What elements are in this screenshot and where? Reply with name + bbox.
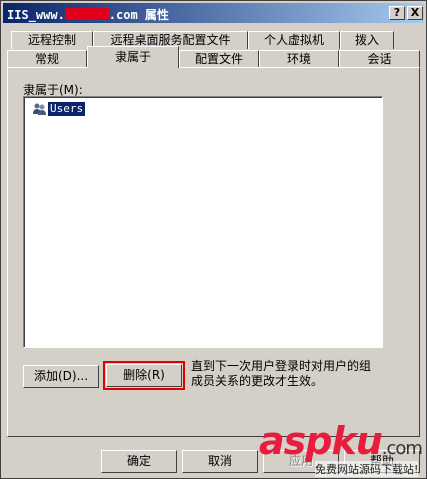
highlight-box: [103, 361, 185, 390]
tab-profile[interactable]: 配置文件: [179, 50, 259, 68]
tab-dial-in[interactable]: 拨入: [340, 31, 394, 49]
tab-label: 配置文件: [194, 52, 243, 66]
redaction-mark: [64, 8, 109, 20]
tab-label: 远程控制: [27, 33, 76, 47]
tab-label: 会话: [367, 52, 392, 66]
help-icon: ?: [393, 6, 401, 19]
title-bar[interactable]: IIS_www. .com 属性 ? X: [3, 3, 424, 23]
tab-personal-vm[interactable]: 个人虚拟机: [248, 31, 340, 49]
button-label: 取消: [207, 454, 232, 468]
watermark-tagline: 免费网站源码下载站!: [315, 461, 419, 477]
tab-label: 隶属于: [114, 50, 151, 64]
tab-member-of[interactable]: 隶属于: [87, 46, 179, 68]
close-title-button[interactable]: X: [407, 6, 423, 20]
tab-label: 个人虚拟机: [263, 33, 324, 47]
tab-label: 常规: [34, 52, 59, 66]
change-note: 直到下一次用户登录时对用户的组成员关系的更改才生效。: [191, 359, 372, 388]
group-icon: [33, 103, 46, 115]
tab-label: 远程桌面服务配置文件: [110, 33, 231, 47]
title-prefix: IIS_www.: [7, 8, 65, 22]
tab-label: 环境: [286, 52, 311, 66]
watermark-domain: .com: [381, 438, 423, 459]
member-of-listbox[interactable]: Users: [23, 96, 383, 348]
add-button[interactable]: 添加(D)...: [23, 365, 99, 388]
watermark-brand: aspku: [259, 419, 383, 463]
button-label: 添加(D)...: [33, 369, 89, 383]
help-title-button[interactable]: ?: [389, 6, 405, 20]
list-item[interactable]: Users: [32, 101, 86, 117]
ok-button[interactable]: 确定: [101, 450, 177, 473]
tab-general[interactable]: 常规: [7, 50, 87, 68]
tab-label: 拨入: [354, 33, 379, 47]
button-label: 确定: [126, 454, 151, 468]
listbox-frame: [24, 97, 382, 347]
tab-sessions[interactable]: 会话: [339, 50, 420, 68]
watermark: aspku.com 免费网站源码下载站!: [259, 419, 423, 477]
close-icon: X: [410, 6, 420, 19]
list-item-label: Users: [48, 102, 86, 116]
tab-environment[interactable]: 环境: [259, 50, 339, 68]
properties-dialog: IIS_www. .com 属性 ? X 远程控制 远程桌面服务配置文件 个人虚拟…: [0, 0, 427, 479]
tab-remote-control[interactable]: 远程控制: [11, 31, 93, 49]
window-title: IIS_www. .com 属性: [7, 6, 169, 23]
cancel-button[interactable]: 取消: [182, 450, 258, 473]
title-suffix: .com 属性: [108, 8, 169, 22]
